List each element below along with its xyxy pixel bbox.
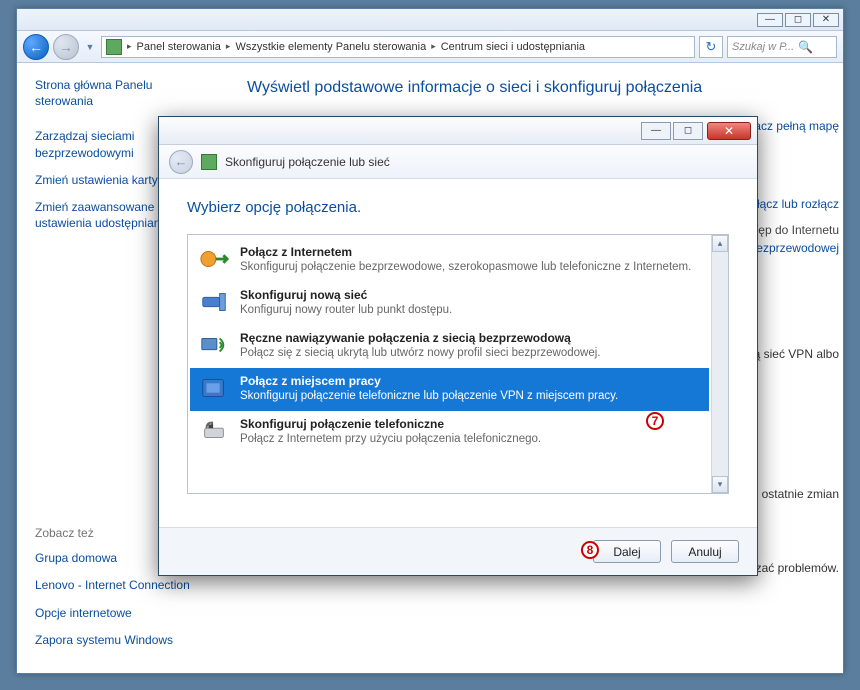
refresh-button[interactable]: ↻ <box>699 36 723 58</box>
wizard-body: Wybierz opcję połączenia. Połącz z Inter… <box>159 179 757 527</box>
chevron-right-icon: ▸ <box>125 41 134 52</box>
option-desc: Połącz się z siecią ukrytą lub utwórz no… <box>240 346 701 361</box>
option-title: Skonfiguruj połączenie telefoniczne <box>240 417 701 432</box>
next-button[interactable]: Dalej <box>593 540 661 563</box>
minimize-button[interactable]: — <box>757 13 783 27</box>
option-texts: Skonfiguruj połączenie telefonicznePołąc… <box>240 417 701 447</box>
connection-option-list: Połącz z InternetemSkonfiguruj połączeni… <box>187 234 729 494</box>
scroll-up-button[interactable]: ▴ <box>712 235 728 252</box>
wizard-heading: Wybierz opcję połączenia. <box>187 199 729 216</box>
breadcrumb-seg[interactable]: Wszystkie elementy Panelu sterowania <box>235 41 426 53</box>
chevron-right-icon: ▸ <box>429 41 438 52</box>
option-icon <box>198 417 230 445</box>
history-dropdown[interactable]: ▼ <box>83 34 97 60</box>
network-icon <box>201 154 217 170</box>
wizard-maximize-button[interactable]: ◻ <box>673 122 703 140</box>
option-texts: Połącz z miejscem pracySkonfiguruj połąc… <box>240 374 701 404</box>
sidebar-home-link[interactable]: Strona główna Panelu sterowania <box>35 77 213 109</box>
option-icon <box>198 245 230 273</box>
search-placeholder: Szukaj w P... <box>732 41 794 53</box>
see-also-internet-options[interactable]: Opcje internetowe <box>35 605 215 621</box>
navbar: ← → ▼ ▸ Panel sterowania ▸ Wszystkie ele… <box>17 31 843 63</box>
option-icon <box>198 331 230 359</box>
breadcrumb-seg[interactable]: Panel sterowania <box>137 41 221 53</box>
connection-option[interactable]: Połącz z miejscem pracySkonfiguruj połąc… <box>190 368 709 411</box>
scrollbar[interactable]: ▴ ▾ <box>711 235 728 493</box>
annotation-8: 8 <box>581 541 599 559</box>
connection-option[interactable]: Skonfiguruj nową siećKonfiguruj nowy rou… <box>190 282 709 325</box>
option-desc: Połącz z Internetem przy użyciu połączen… <box>240 432 701 447</box>
page-title: Wyświetl podstawowe informacje o sieci i… <box>247 79 821 97</box>
wizard-title: Skonfiguruj połączenie lub sieć <box>225 155 390 169</box>
wizard-back-button[interactable]: ← <box>169 150 193 174</box>
forward-button[interactable]: → <box>53 34 79 60</box>
option-texts: Skonfiguruj nową siećKonfiguruj nowy rou… <box>240 288 701 318</box>
option-title: Ręczne nawiązywanie połączenia z siecią … <box>240 331 701 346</box>
annotation-7: 7 <box>646 412 664 430</box>
option-desc: Skonfiguruj połączenie bezprzewodowe, sz… <box>240 260 701 275</box>
option-title: Połącz z Internetem <box>240 245 701 260</box>
option-title: Skonfiguruj nową sieć <box>240 288 701 303</box>
option-icon <box>198 288 230 316</box>
maximize-button[interactable]: ◻ <box>785 13 811 27</box>
connection-option[interactable]: Ręczne nawiązywanie połączenia z siecią … <box>190 325 709 368</box>
control-panel-icon <box>106 39 122 55</box>
option-desc: Skonfiguruj połączenie telefoniczne lub … <box>240 389 701 404</box>
chevron-right-icon: ▸ <box>224 41 233 52</box>
see-also-lenovo[interactable]: Lenovo - Internet Connection <box>35 577 215 593</box>
wizard-dialog: — ◻ ✕ ← Skonfiguruj połączenie lub sieć … <box>158 116 758 576</box>
option-texts: Połącz z InternetemSkonfiguruj połączeni… <box>240 245 701 275</box>
close-button[interactable]: ✕ <box>813 13 839 27</box>
wizard-minimize-button[interactable]: — <box>641 122 671 140</box>
option-title: Połącz z miejscem pracy <box>240 374 701 389</box>
connection-option[interactable]: Połącz z InternetemSkonfiguruj połączeni… <box>190 239 709 282</box>
back-button[interactable]: ← <box>23 34 49 60</box>
wizard-titlebar: — ◻ ✕ <box>159 117 757 145</box>
wizard-close-button[interactable]: ✕ <box>707 122 751 140</box>
wizard-footer: Dalej Anuluj <box>159 527 757 575</box>
option-icon <box>198 374 230 402</box>
connection-option[interactable]: Skonfiguruj połączenie telefonicznePołąc… <box>190 411 709 454</box>
breadcrumb-seg[interactable]: Centrum sieci i udostępniania <box>441 41 585 53</box>
search-icon: 🔍 <box>798 40 813 54</box>
address-bar[interactable]: ▸ Panel sterowania ▸ Wszystkie elementy … <box>101 36 695 58</box>
option-texts: Ręczne nawiązywanie połączenia z siecią … <box>240 331 701 361</box>
option-desc: Konfiguruj nowy router lub punkt dostępu… <box>240 303 701 318</box>
search-input[interactable]: Szukaj w P... 🔍 <box>727 36 837 58</box>
wizard-header: ← Skonfiguruj połączenie lub sieć <box>159 145 757 179</box>
titlebar: — ◻ ✕ <box>17 9 843 31</box>
see-also-firewall[interactable]: Zapora systemu Windows <box>35 632 215 648</box>
cancel-button[interactable]: Anuluj <box>671 540 739 563</box>
scroll-down-button[interactable]: ▾ <box>712 476 728 493</box>
